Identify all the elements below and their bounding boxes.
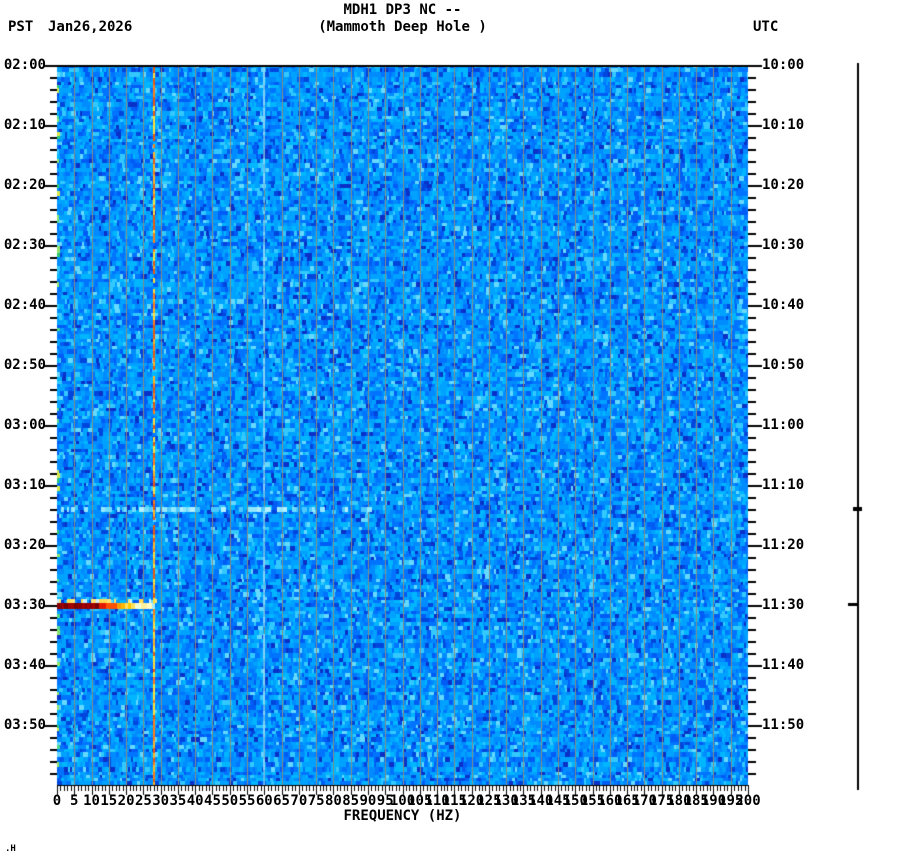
time-label-pst: 02:50 [3,357,46,373]
time-label-utc: 11:00 [762,417,805,433]
time-label-pst: 03:20 [3,537,46,553]
time-label-utc: 10:40 [762,297,805,313]
timezone-right-label: UTC [753,19,779,35]
x-axis-title: FREQUENCY (HZ) [343,808,462,824]
time-label-utc: 11:20 [762,537,805,553]
timezone-left-label: PST [8,19,34,35]
time-label-utc: 10:10 [762,117,805,133]
page-title: MDH1 DP3 NC -- [343,2,462,18]
time-label-pst: 02:20 [3,177,46,193]
time-label-utc: 11:40 [762,657,805,673]
time-label-utc: 11:50 [762,717,805,733]
time-label-pst: 03:10 [3,477,46,493]
time-label-utc: 11:30 [762,597,805,613]
time-label-pst: 03:30 [3,597,46,613]
freq-tick-label: 200 [735,793,761,809]
time-label-pst: 03:50 [3,717,46,733]
time-label-pst: 02:00 [3,57,46,73]
date-label: Jan26,2026 [48,19,133,35]
time-label-pst: 03:40 [3,657,46,673]
time-label-pst: 03:00 [3,417,46,433]
time-label-utc: 10:00 [762,57,805,73]
time-label-pst: 02:10 [3,117,46,133]
time-label-utc: 10:20 [762,177,805,193]
spectrogram-page: MDH1 DP3 NC -- (Mammoth Deep Hole ) PST … [0,0,902,864]
time-label-pst: 02:30 [3,237,46,253]
time-label-pst: 02:40 [3,297,46,313]
page-subtitle: (Mammoth Deep Hole ) [318,19,487,35]
time-label-utc: 11:10 [762,477,805,493]
corner-mark: .H [5,844,16,854]
time-label-utc: 10:30 [762,237,805,253]
time-label-utc: 10:50 [762,357,805,373]
